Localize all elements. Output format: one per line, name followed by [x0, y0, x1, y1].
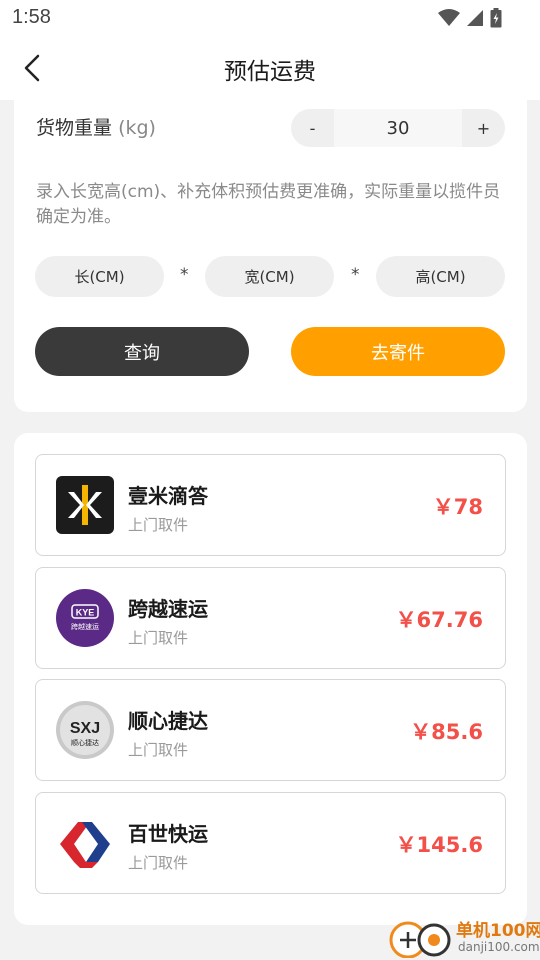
status-icons — [438, 8, 502, 28]
watermark-title: 单机100网 — [456, 921, 540, 941]
status-time: 1:58 — [12, 6, 51, 28]
estimate-form-card: 货物重量 (kg) - 30 + 录入长宽高(cm)、补充体积预估费更准确，实际… — [14, 100, 527, 412]
courier-item-sxjd[interactable]: SXJ 顺心捷达 顺心捷达 上门取件 ￥85.6 — [35, 679, 506, 781]
battery-icon — [490, 8, 502, 28]
weight-decrement-button[interactable]: - — [291, 109, 334, 147]
courier-name: 百世快运 — [128, 822, 208, 846]
weight-increment-button[interactable]: + — [462, 109, 505, 147]
dimension-separator: * — [180, 265, 189, 285]
weight-label: 货物重量 (kg) — [36, 113, 156, 140]
kye-logo-icon: KYE 跨越速运 — [56, 589, 114, 647]
weight-label-text: 货物重量 — [36, 117, 113, 139]
width-input[interactable]: 宽(CM) — [205, 256, 334, 297]
dimension-hint: 录入长宽高(cm)、补充体积预估费更准确，实际重量以揽件员确定为准。 — [36, 182, 501, 227]
page-title: 预估运费 — [224, 59, 316, 85]
length-input[interactable]: 长(CM) — [35, 256, 164, 297]
watermark-url: danji100.com — [458, 940, 540, 954]
wifi-icon — [438, 9, 460, 26]
query-button[interactable]: 查询 — [35, 327, 249, 376]
courier-price: ￥145.6 — [395, 833, 483, 857]
weight-stepper: - 30 + — [291, 109, 505, 147]
dimension-separator: * — [351, 265, 360, 285]
app-bar: 预估运费 — [0, 36, 540, 100]
courier-service: 上门取件 — [128, 629, 189, 647]
courier-name: 顺心捷达 — [128, 709, 208, 733]
courier-list-card: 壹米滴答 上门取件 ￥78 KYE 跨越速运 跨越速运 上门取件 ￥67.76 … — [14, 433, 527, 925]
weight-unit: (kg) — [118, 117, 156, 139]
best-express-logo-icon — [56, 814, 114, 872]
courier-name: 跨越速运 — [128, 597, 208, 621]
weight-value-input[interactable]: 30 — [334, 109, 462, 147]
courier-price: ￥85.6 — [410, 720, 483, 744]
status-bar: 1:58 — [0, 0, 540, 36]
yimi-dida-logo-icon — [56, 476, 114, 534]
sxjd-logo-subtext: 顺心捷达 — [71, 738, 99, 747]
courier-name: 壹米滴答 — [128, 484, 208, 508]
watermark: 单机100网 danji100.com — [388, 916, 540, 958]
cell-signal-icon — [467, 10, 483, 26]
courier-service: 上门取件 — [128, 854, 189, 872]
watermark-logo-icon — [389, 921, 451, 958]
ship-button[interactable]: 去寄件 — [291, 327, 505, 376]
courier-item-kye[interactable]: KYE 跨越速运 跨越速运 上门取件 ￥67.76 — [35, 567, 506, 669]
sxjd-logo-icon: SXJ 顺心捷达 — [56, 701, 114, 759]
courier-price: ￥78 — [432, 495, 483, 519]
sxjd-logo-text: SXJ — [70, 720, 100, 737]
courier-service: 上门取件 — [128, 741, 189, 759]
courier-service: 上门取件 — [128, 516, 189, 534]
height-input[interactable]: 高(CM) — [376, 256, 505, 297]
courier-price: ￥67.76 — [395, 608, 483, 632]
courier-item-yimi-dida[interactable]: 壹米滴答 上门取件 ￥78 — [35, 454, 506, 556]
kye-logo-subtext: 跨越速运 — [71, 622, 99, 631]
courier-item-best-express[interactable]: 百世快运 上门取件 ￥145.6 — [35, 792, 506, 894]
kye-logo-text: KYE — [76, 608, 95, 618]
